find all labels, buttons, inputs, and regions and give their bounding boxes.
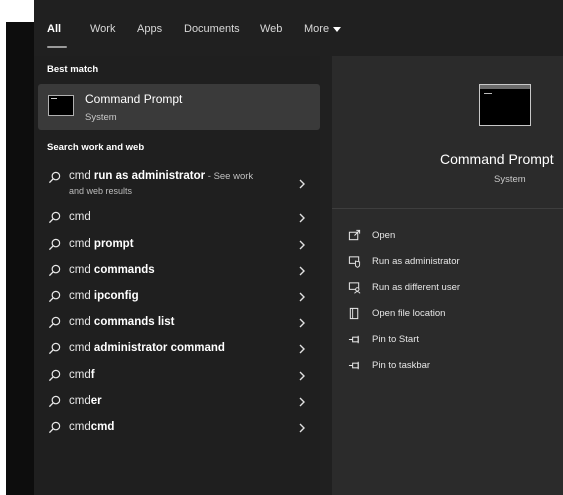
preview-subtitle: System (494, 174, 526, 185)
action-label: Run as administrator (372, 256, 460, 267)
chevron-right-icon (299, 213, 305, 223)
tab-web[interactable]: Web (260, 23, 282, 35)
chevron-right-icon (299, 318, 305, 328)
search-result-item[interactable]: cmdf (38, 364, 320, 388)
chevron-down-icon (333, 26, 342, 32)
chevron-right-icon (299, 371, 305, 381)
pin-icon (348, 335, 359, 344)
search-section-heading: Search work and web (47, 142, 145, 153)
search-result-text: cmd administrator command (69, 342, 225, 354)
search-result-item[interactable]: cmder (38, 390, 320, 414)
action-label: Run as different user (372, 282, 461, 293)
action-run-as-administrator[interactable]: Run as administrator (348, 253, 558, 271)
best-match-subtitle: System (85, 112, 117, 123)
open-window-icon (348, 229, 361, 241)
preview-pane: Command Prompt System Open Run as admini… (332, 56, 563, 495)
tab-more-label: More (304, 23, 330, 35)
search-result-item[interactable]: cmd ipconfig (38, 285, 320, 309)
action-pin-to-taskbar[interactable]: Pin to taskbar (348, 357, 558, 375)
action-run-as-different-user[interactable]: Run as different user (348, 279, 558, 297)
action-label: Pin to taskbar (372, 360, 431, 371)
search-window: All Work Apps Documents Web More Best ma… (0, 0, 563, 495)
tab-more[interactable]: More (304, 23, 342, 35)
chevron-right-icon (299, 423, 305, 433)
search-icon (48, 264, 61, 277)
search-result-run-as-administrator[interactable]: cmd run as administrator - See work and w… (38, 166, 320, 202)
best-match-title: Command Prompt (85, 92, 183, 106)
search-icon (48, 342, 61, 355)
search-result-text: cmdcmd (69, 421, 115, 433)
action-label: Pin to Start (372, 334, 419, 345)
tab-apps[interactable]: Apps (137, 23, 162, 35)
tab-all[interactable]: All (47, 23, 61, 35)
user-switch-icon (348, 282, 361, 294)
search-icon (48, 171, 61, 184)
search-icon (48, 211, 61, 224)
search-result-text: cmd commands (69, 264, 155, 276)
command-prompt-app-icon (48, 95, 74, 116)
chevron-right-icon (299, 266, 305, 276)
tab-documents[interactable]: Documents (184, 23, 240, 35)
action-open-file-location[interactable]: Open file location (348, 305, 558, 323)
chevron-right-icon (299, 240, 305, 250)
search-icon (48, 395, 61, 408)
pin-icon (348, 361, 359, 370)
search-result-text: cmd ipconfig (69, 290, 139, 302)
search-result-item[interactable]: cmd administrator command (38, 337, 320, 361)
folder-location-icon (349, 307, 359, 320)
search-result-text: cmder (69, 395, 102, 407)
preview-divider (332, 208, 563, 209)
chevron-right-icon (299, 179, 305, 189)
search-icon (48, 290, 61, 303)
search-icon (48, 238, 61, 251)
action-pin-to-start[interactable]: Pin to Start (348, 331, 558, 349)
command-prompt-large-icon (479, 84, 531, 126)
search-icon (48, 369, 61, 382)
active-tab-indicator (47, 46, 67, 48)
action-label: Open (372, 230, 396, 241)
search-icon (48, 316, 61, 329)
search-result-text: cmd prompt (69, 238, 134, 250)
search-result-text: cmd commands list (69, 316, 175, 328)
search-result-item[interactable]: cmd prompt (38, 233, 320, 257)
search-result-item[interactable]: cmd (38, 206, 320, 230)
search-result-text: cmd run as administrator - See work and w… (69, 170, 254, 196)
search-result-item[interactable]: cmd commands (38, 259, 320, 283)
search-result-item[interactable]: cmdcmd (38, 416, 320, 440)
search-tabs: All Work Apps Documents Web More (34, 0, 563, 50)
preview-title: Command Prompt (440, 151, 554, 167)
desktop-edge (0, 0, 34, 495)
search-result-item[interactable]: cmd commands list (38, 311, 320, 335)
search-icon (48, 421, 61, 434)
chevron-right-icon (299, 344, 305, 354)
tab-work[interactable]: Work (90, 23, 115, 35)
chevron-right-icon (299, 292, 305, 302)
best-match-item[interactable]: Command Prompt System (38, 84, 320, 130)
search-result-text: cmdf (69, 369, 95, 381)
start-search-panel: All Work Apps Documents Web More Best ma… (34, 0, 563, 495)
shield-icon (348, 256, 361, 268)
best-match-heading: Best match (47, 64, 99, 75)
search-result-text: cmd (69, 211, 91, 223)
action-open[interactable]: Open (348, 227, 558, 245)
action-label: Open file location (372, 308, 446, 319)
chevron-right-icon (299, 397, 305, 407)
